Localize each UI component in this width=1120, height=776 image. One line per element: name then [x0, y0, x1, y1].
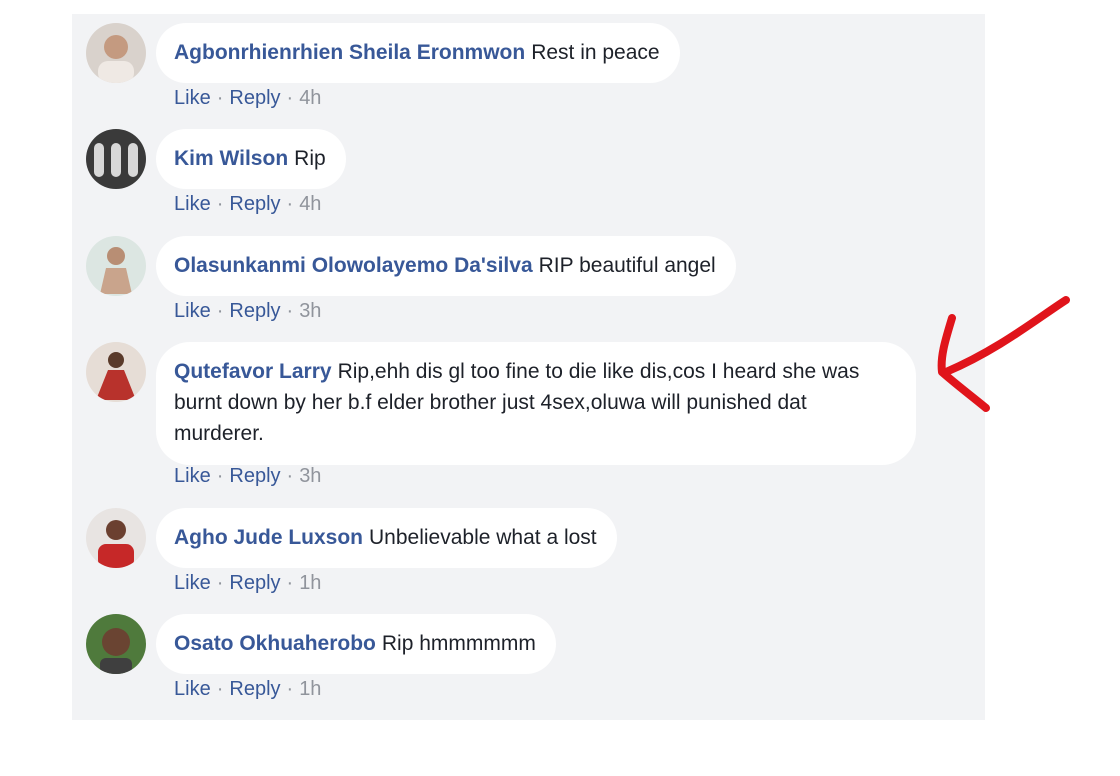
reply-button[interactable]: Reply: [229, 572, 280, 594]
comment-text: RIP beautiful angel: [538, 254, 716, 277]
timestamp[interactable]: 4h: [299, 193, 321, 215]
timestamp[interactable]: 1h: [299, 572, 321, 594]
avatar[interactable]: [86, 342, 146, 402]
comment-author[interactable]: Kim Wilson: [174, 147, 288, 170]
timestamp[interactable]: 4h: [299, 87, 321, 109]
like-button[interactable]: Like: [174, 300, 211, 322]
separator: ·: [216, 300, 224, 322]
comment-actions: Like · Reply · 1h: [174, 678, 321, 701]
comment-author[interactable]: Agbonrhienrhien Sheila Eronmwon: [174, 41, 525, 64]
avatar[interactable]: [86, 508, 146, 568]
reply-button[interactable]: Reply: [229, 678, 280, 700]
like-button[interactable]: Like: [174, 678, 211, 700]
separator: ·: [216, 465, 224, 487]
like-button[interactable]: Like: [174, 465, 211, 487]
comment-bubble: Kim Wilson Rip: [156, 129, 346, 189]
like-button[interactable]: Like: [174, 193, 211, 215]
comment-author[interactable]: Qutefavor Larry: [174, 360, 332, 383]
separator: ·: [216, 87, 224, 109]
comment-actions: Like · Reply · 1h: [174, 572, 321, 595]
comment-text: Rip hmmmmmm: [381, 632, 536, 655]
comment-author[interactable]: Olasunkanmi Olowolayemo Da'silva: [174, 254, 533, 277]
separator: ·: [286, 87, 294, 109]
separator: ·: [286, 465, 294, 487]
comment-text: Rest in peace: [531, 41, 660, 64]
separator: ·: [286, 678, 294, 700]
timestamp[interactable]: 3h: [299, 465, 321, 487]
separator: ·: [286, 300, 294, 322]
separator: ·: [286, 193, 294, 215]
red-arrow-icon: [937, 296, 1070, 412]
comment-actions: Like · Reply · 3h: [174, 300, 321, 323]
like-button[interactable]: Like: [174, 87, 211, 109]
timestamp[interactable]: 3h: [299, 300, 321, 322]
separator: ·: [216, 572, 224, 594]
comment-actions: Like · Reply · 4h: [174, 193, 321, 216]
comment-bubble: Qutefavor Larry Rip,ehh dis gl too fine t…: [156, 342, 916, 465]
comment-bubble: Osato Okhuaherobo Rip hmmmmmm: [156, 614, 556, 674]
comment-bubble: Agho Jude Luxson Unbelievable what a lost: [156, 508, 617, 568]
comment-author[interactable]: Osato Okhuaherobo: [174, 632, 376, 655]
comment-author[interactable]: Agho Jude Luxson: [174, 526, 363, 549]
separator: ·: [216, 193, 224, 215]
avatar[interactable]: [86, 236, 146, 296]
comment-text: Unbelievable what a lost: [369, 526, 597, 549]
timestamp[interactable]: 1h: [299, 678, 321, 700]
avatar[interactable]: [86, 23, 146, 83]
avatar[interactable]: [86, 614, 146, 674]
comment-text: Rip: [294, 147, 326, 170]
comment-bubble: Agbonrhienrhien Sheila Eronmwon Rest in p…: [156, 23, 680, 83]
separator: ·: [216, 678, 224, 700]
reply-button[interactable]: Reply: [229, 300, 280, 322]
reply-button[interactable]: Reply: [229, 465, 280, 487]
comment-actions: Like · Reply · 4h: [174, 87, 321, 110]
comment-actions: Like · Reply · 3h: [174, 465, 321, 488]
avatar[interactable]: [86, 129, 146, 189]
reply-button[interactable]: Reply: [229, 87, 280, 109]
comment-bubble: Olasunkanmi Olowolayemo Da'silva RIP beau…: [156, 236, 736, 296]
reply-button[interactable]: Reply: [229, 193, 280, 215]
like-button[interactable]: Like: [174, 572, 211, 594]
separator: ·: [286, 572, 294, 594]
